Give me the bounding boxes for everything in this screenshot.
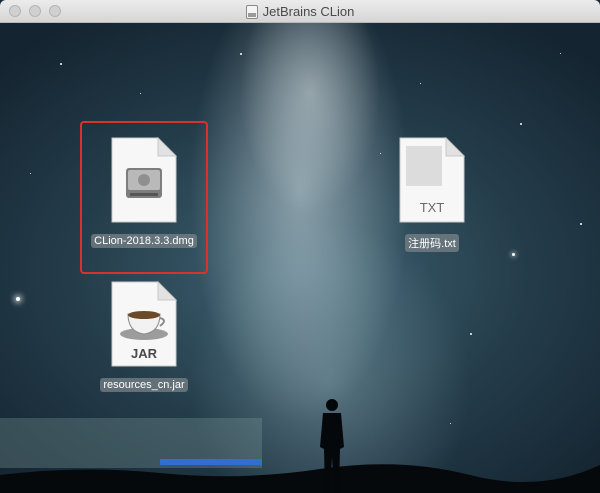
title-bar: JetBrains CLion: [0, 0, 600, 23]
star: [580, 223, 582, 225]
star: [16, 297, 20, 301]
star: [560, 53, 561, 54]
txt-badge: TXT: [419, 200, 445, 215]
file-item-jar[interactable]: JAR resources_cn.jar: [89, 280, 199, 393]
finder-window: JetBrains CLion CLion-2018.3.3.dmg TXT 注…: [0, 0, 600, 493]
star: [520, 123, 522, 125]
file-name-txt: 注册码.txt: [405, 234, 459, 252]
dmg-disk-icon: [110, 136, 178, 224]
star: [450, 423, 451, 424]
star: [470, 333, 472, 335]
file-item-dmg[interactable]: CLion-2018.3.3.dmg: [89, 136, 199, 249]
file-name-dmg: CLion-2018.3.3.dmg: [91, 234, 197, 248]
star: [240, 53, 242, 55]
window-title: JetBrains CLion: [262, 4, 355, 19]
person-silhouette: [320, 399, 344, 493]
jar-coffee-icon: JAR: [110, 280, 178, 368]
window-title-group: JetBrains CLion: [0, 0, 600, 23]
star: [30, 173, 31, 174]
disk-image-icon: [245, 4, 258, 19]
window-content: CLion-2018.3.3.dmg TXT 注册码.txt JAR resou…: [0, 23, 600, 493]
ground-silhouette: [0, 464, 600, 493]
star: [140, 93, 141, 94]
txt-file-icon: TXT: [398, 136, 466, 224]
star: [512, 253, 515, 256]
star: [60, 63, 62, 65]
file-name-jar: resources_cn.jar: [100, 378, 188, 392]
jar-badge: JAR: [130, 346, 157, 361]
file-item-txt[interactable]: TXT 注册码.txt: [377, 136, 487, 252]
star: [420, 83, 421, 84]
